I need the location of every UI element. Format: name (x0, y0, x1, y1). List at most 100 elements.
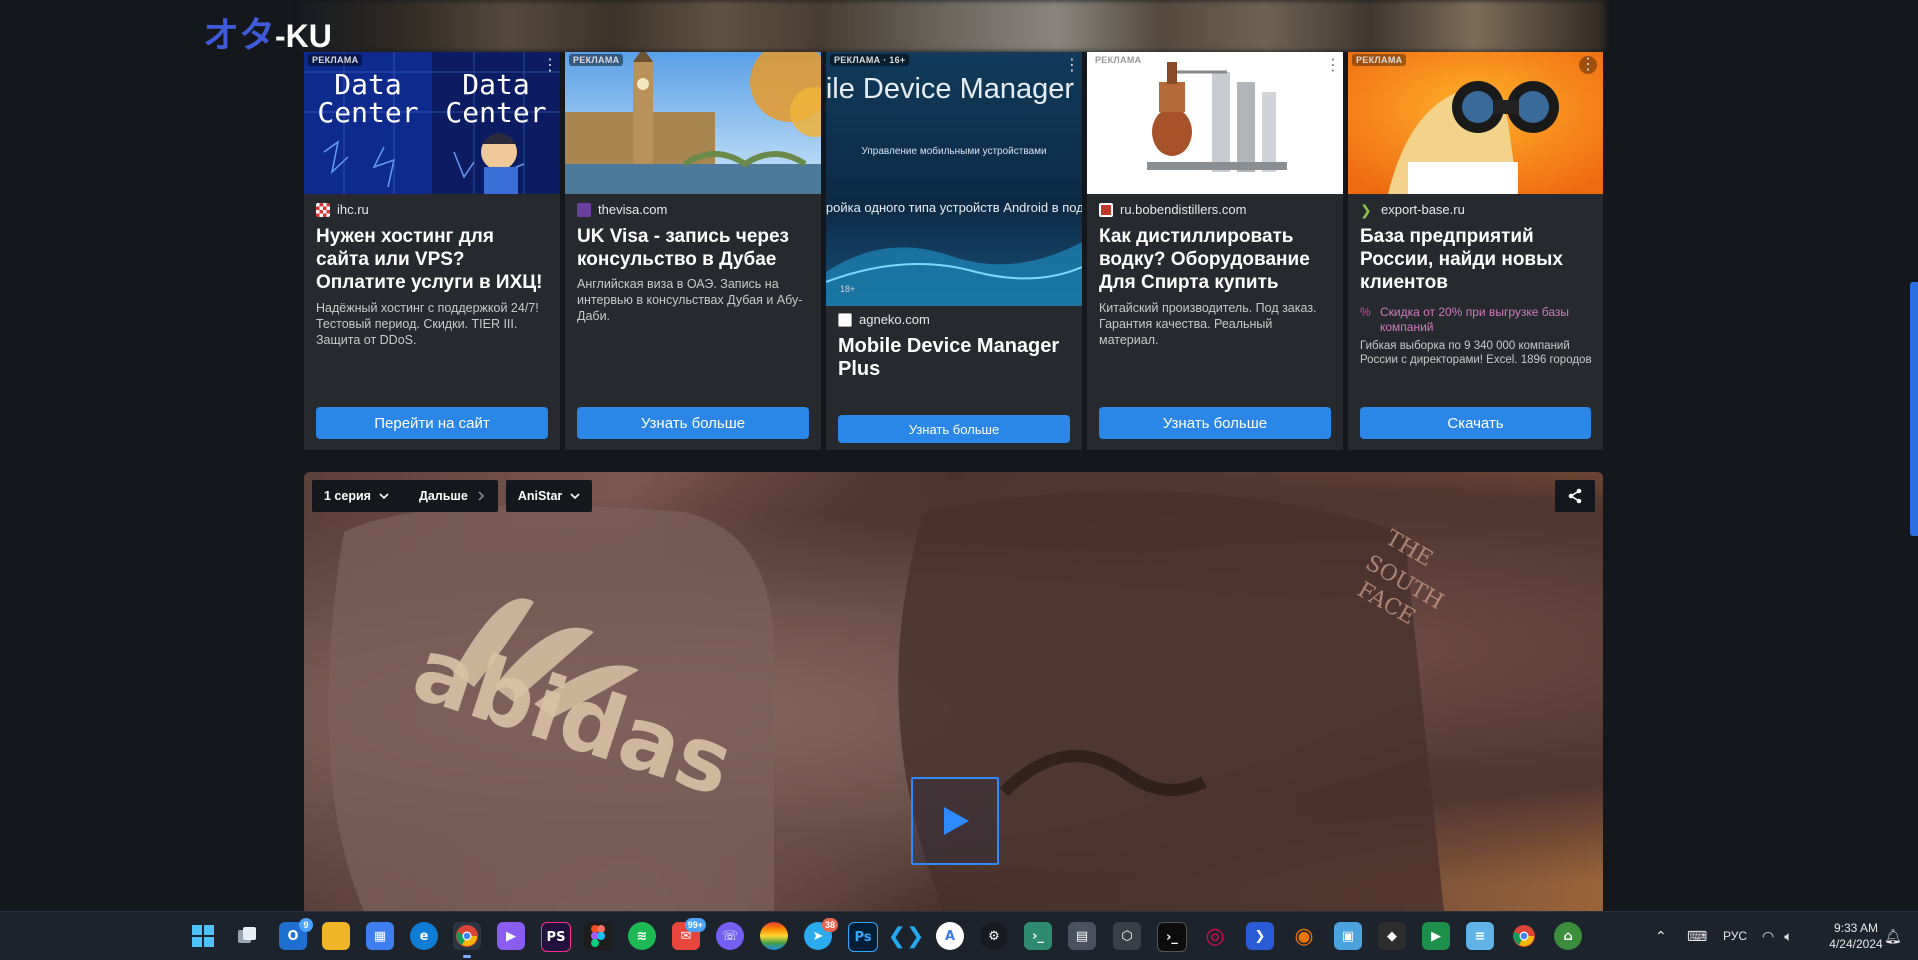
ad-label: РЕКЛАМА (308, 54, 363, 66)
vscode-icon[interactable]: ❮❯ (888, 922, 925, 950)
ad-image[interactable]: Data Center Data Center (304, 52, 560, 194)
share-button[interactable] (1555, 480, 1595, 512)
spotify-icon[interactable]: ≋ (628, 922, 656, 950)
control-panel-icon[interactable]: ▣ (1334, 922, 1362, 950)
figma-icon[interactable] (584, 922, 612, 950)
clock-time: 9:33 AM (1833, 921, 1879, 935)
ad-card[interactable]: РЕКЛАМА ⋮ ru.bobendistillers.com Как дис… (1087, 52, 1343, 450)
ad-image[interactable]: Mobile Device Manager Plus Управление мо… (826, 52, 1082, 306)
ad-label: РЕКЛАМА (569, 54, 624, 66)
mail-icon[interactable]: ✉ 99+ (672, 918, 706, 950)
ad-title[interactable]: Mobile Device Manager Plus (838, 335, 1072, 381)
calculator-icon[interactable]: ▤ (1068, 922, 1096, 950)
task-view-icon[interactable] (233, 922, 261, 950)
ad-cta-button[interactable]: Узнать больше (577, 407, 809, 439)
page-scrollbar-thumb[interactable] (1910, 282, 1918, 536)
ad-menu-icon[interactable]: ⋮ (1325, 58, 1341, 74)
wifi-icon[interactable]: ◠ (1762, 928, 1774, 945)
steam-icon[interactable]: ⚙ (980, 922, 1008, 950)
media-player-icon[interactable]: ▶ (1422, 922, 1450, 950)
phpstorm-icon[interactable]: PS (541, 922, 571, 952)
ad-domain[interactable]: ihc.ru (337, 202, 369, 217)
keyboard-icon[interactable]: ⌨ (1687, 928, 1707, 945)
notification-badge: 9 (299, 918, 313, 932)
start-menu-icon[interactable] (189, 922, 217, 950)
ad-favicon-icon: ❯ (1360, 201, 1372, 218)
ad-cta-button[interactable]: Узнать больше (838, 415, 1070, 443)
episode-select[interactable]: 1 серия Дальше (312, 480, 498, 512)
ad-favicon-icon (1099, 202, 1113, 217)
video-player[interactable]: abidas THE SOUTH FACE 1 серия Дальше Ani… (304, 472, 1603, 911)
ad-card[interactable]: РЕКЛАМА ⋮ ❯ export-base.ru База предприя… (1348, 52, 1603, 450)
chrome-browser-icon[interactable] (1510, 922, 1538, 950)
ad-card[interactable]: Data Center Data Center РЕКЛАМА ⋮ ihc.ru… (304, 52, 560, 450)
ad-title[interactable]: База предприятий России, найди новых кли… (1360, 225, 1593, 294)
ad-menu-icon[interactable]: ⋮ (1579, 56, 1597, 74)
site-logo[interactable]: オタ-KU (203, 6, 332, 58)
ad-label: РЕКЛАМА (1095, 55, 1142, 65)
ad-domain[interactable]: agneko.com (859, 312, 930, 327)
ad-title[interactable]: UK Visa - запись через консульство в Дуб… (577, 225, 811, 271)
photoshop-icon[interactable]: Ps (848, 922, 878, 952)
site-header: オタ-KU (0, 0, 1918, 56)
blender-icon[interactable]: ◉ (1290, 922, 1318, 950)
ad-promo: % Скидка от 20% при выгрузке базы компан… (1360, 305, 1570, 334)
ad-favicon-icon (577, 202, 591, 217)
ad-domain[interactable]: ru.bobendistillers.com (1120, 202, 1246, 217)
ad-card[interactable]: Mobile Device Manager Plus Управление мо… (826, 52, 1082, 450)
outlook-icon[interactable]: O9 (279, 918, 313, 950)
git-icon[interactable]: ◆ (1378, 922, 1406, 950)
play-button[interactable] (911, 777, 999, 865)
next-episode-button[interactable]: Дальше (419, 489, 468, 503)
voice-select[interactable]: AniStar (505, 480, 593, 512)
terminal-app-icon[interactable]: ›_ (1024, 922, 1052, 950)
ad-image[interactable] (1087, 52, 1343, 194)
ad-age-rating: 18+ (840, 284, 855, 294)
debian-icon[interactable]: ◎ (1201, 922, 1229, 950)
notepad-icon[interactable]: ≡ (1466, 922, 1494, 950)
virtualbox-icon[interactable]: ⬡ (1113, 922, 1141, 950)
ad-cta-button[interactable]: Скачать (1360, 407, 1591, 439)
chevron-down-icon (570, 493, 580, 500)
ad-title[interactable]: Нужен хостинг для сайта или VPS? Оплатит… (316, 225, 550, 294)
maps-app-icon[interactable]: ⌂ (1554, 922, 1582, 950)
ad-title[interactable]: Как дистиллировать водку? Оборудование Д… (1099, 225, 1333, 294)
ad-cta-button[interactable]: Узнать больше (1099, 407, 1331, 439)
chevron-right-icon (478, 491, 484, 501)
viber-icon[interactable]: ☏ (716, 922, 744, 950)
pride-app-icon[interactable] (760, 922, 788, 950)
show-hidden-icons-chevron-icon[interactable]: ⌃ (1655, 928, 1667, 945)
ad-domain[interactable]: export-base.ru (1381, 202, 1465, 217)
ad-domain[interactable]: thevisa.com (598, 202, 667, 217)
ad-strip: Data Center Data Center РЕКЛАМА ⋮ ihc.ru… (0, 52, 1918, 460)
ad-label: РЕКЛАМА · 16+ (830, 54, 910, 66)
ad-card[interactable]: РЕКЛАМА thevisa.com UK Visa - запись чер… (565, 52, 821, 450)
ad-description: Английская виза в ОАЭ. Запись на интервь… (577, 277, 803, 323)
ad-image[interactable] (1348, 52, 1603, 194)
telegram-icon[interactable]: ➤ 38 (804, 918, 838, 950)
ad-label: РЕКЛАМА (1352, 54, 1407, 66)
notification-bell-icon[interactable]: 🔔︎ (1884, 928, 1902, 945)
clipchamp-icon[interactable]: ▶ (497, 922, 525, 950)
powershell-icon[interactable]: ❯ (1246, 922, 1274, 950)
ad-cta-button[interactable]: Перейти на сайт (316, 407, 548, 439)
chrome-browser-icon[interactable] (453, 922, 481, 958)
volume-icon[interactable]: 🔈︎ (1784, 928, 1792, 945)
language-indicator[interactable]: РУС (1723, 929, 1747, 943)
ad-menu-icon[interactable]: ⋮ (542, 58, 558, 74)
share-icon (1568, 488, 1582, 504)
windows-terminal-icon[interactable]: ›_ (1157, 922, 1187, 952)
file-explorer-icon[interactable] (322, 922, 350, 950)
play-icon (944, 807, 969, 835)
microsoft-store-icon[interactable]: ▦ (366, 922, 394, 950)
ad-menu-icon[interactable]: ⋮ (1064, 58, 1080, 74)
ad-image-text: Center (445, 96, 546, 129)
ad-favicon-icon (838, 312, 852, 327)
clock[interactable]: 9:33 AM 4/24/2024 (1818, 912, 1894, 960)
arc-app-icon[interactable]: A (936, 922, 964, 950)
edge-browser-icon[interactable]: e (410, 922, 438, 950)
notification-badge: 99+ (684, 918, 706, 932)
ad-image[interactable] (565, 52, 821, 194)
windows-taskbar: O9 ▦ e ▶ PS ≋ ✉ 99+ ☏ ➤ 38 Ps ❮❯ A ⚙ ›_ ▤ … (0, 911, 1918, 960)
ad-description: Китайский производитель. Под заказ. Гара… (1099, 301, 1317, 347)
